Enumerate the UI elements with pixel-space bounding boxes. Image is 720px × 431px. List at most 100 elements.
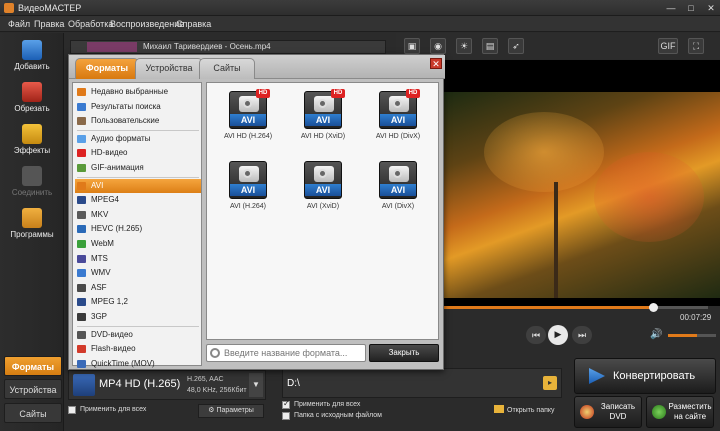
upload-site-button[interactable]: Разместить на сайте bbox=[646, 396, 714, 428]
category-item[interactable]: HD-видео bbox=[75, 146, 201, 160]
volume-icon[interactable]: 🔊 bbox=[650, 329, 662, 340]
menu-edit[interactable]: Правка bbox=[34, 19, 64, 29]
output-format-selector[interactable]: MP4 HD (H.265) H.265, AAC 48,0 KHz, 256К… bbox=[68, 370, 266, 400]
programs-button[interactable]: Программы bbox=[4, 205, 60, 243]
category-item[interactable]: Недавно выбранные bbox=[75, 85, 201, 99]
file-item[interactable]: Михаил Таривердиев - Осень.mp4 bbox=[70, 40, 386, 54]
minimize-icon[interactable]: — bbox=[664, 2, 678, 14]
menu-processing[interactable]: Обработка bbox=[68, 19, 113, 29]
camera-lens bbox=[318, 169, 327, 178]
convert-label: Конвертировать bbox=[613, 370, 696, 382]
output-format-name: MP4 HD (H.265) bbox=[99, 378, 181, 390]
format-search-input[interactable] bbox=[224, 347, 362, 359]
format-item[interactable]: AVI HD AVI HD (XviD) bbox=[288, 87, 358, 151]
dialog-tab-sites[interactable]: Сайты bbox=[199, 58, 255, 79]
category-icon bbox=[77, 359, 86, 368]
crop-icon[interactable]: ▣ bbox=[404, 38, 420, 54]
burn-dvd-button[interactable]: Записать DVD bbox=[574, 396, 642, 428]
menu-playback[interactable]: Воспроизведение bbox=[110, 19, 184, 29]
video-camera-icon: AVI bbox=[379, 161, 417, 199]
format-badge: AVI bbox=[230, 184, 266, 196]
speed-run-icon[interactable]: ➶ bbox=[508, 38, 524, 54]
source-folder-checkbox[interactable] bbox=[282, 412, 290, 420]
maximize-icon[interactable]: □ bbox=[684, 2, 698, 14]
dialog-close-icon[interactable]: ✕ bbox=[430, 58, 442, 69]
camera-lens bbox=[318, 99, 327, 108]
sidebar-tab-formats[interactable]: Форматы bbox=[4, 356, 62, 376]
category-list: Недавно выбранные Результаты поиска Пользо… bbox=[72, 82, 202, 368]
volume-slider[interactable] bbox=[668, 334, 716, 337]
video-camera-icon: AVI bbox=[304, 161, 342, 199]
sidebar-tab-devices[interactable]: Устройства bbox=[4, 379, 62, 399]
dialog-tab-formats[interactable]: Форматы bbox=[75, 58, 139, 79]
upload-globe-icon bbox=[652, 405, 666, 419]
category-item[interactable]: Flash-видео bbox=[75, 342, 201, 356]
timecode: 00:07:29 bbox=[680, 313, 712, 322]
apply-all-path-checkbox[interactable] bbox=[282, 399, 290, 409]
gif-icon[interactable]: GIF bbox=[658, 38, 678, 54]
cut-button[interactable]: Обрезать bbox=[4, 79, 60, 117]
dialog-tab-devices[interactable]: Устройства bbox=[135, 58, 203, 79]
category-item[interactable]: Пользовательские bbox=[75, 114, 201, 128]
seek-handle[interactable] bbox=[648, 303, 658, 312]
video-letterbox-bottom bbox=[444, 298, 720, 306]
category-item[interactable]: Аудио форматы bbox=[75, 132, 201, 146]
seek-progress bbox=[444, 306, 653, 309]
category-item[interactable]: QuickTime (MOV) bbox=[75, 357, 201, 371]
camera-lens bbox=[393, 169, 402, 178]
menu-bar: Файл Правка Обработка Воспроизведение Сп… bbox=[0, 16, 720, 32]
category-item[interactable]: ASF bbox=[75, 281, 201, 295]
category-label: Результаты поиска bbox=[91, 101, 161, 111]
category-label: Недавно выбранные bbox=[91, 87, 169, 96]
format-dropdown-icon[interactable]: ▼ bbox=[249, 373, 263, 397]
category-item[interactable]: MKV bbox=[75, 208, 201, 222]
category-item[interactable]: WebM bbox=[75, 237, 201, 251]
category-icon bbox=[77, 225, 86, 234]
category-label: QuickTime (MOV) bbox=[91, 358, 155, 368]
category-item[interactable]: AVI bbox=[75, 178, 201, 193]
format-item[interactable]: AVI AVI (DivX) bbox=[363, 157, 433, 221]
apply-all-format-checkbox[interactable] bbox=[68, 406, 76, 414]
category-item[interactable]: MPEG 1,2 bbox=[75, 295, 201, 309]
dialog-close-button[interactable]: Закрыть bbox=[369, 344, 439, 362]
hd-badge: HD bbox=[406, 89, 420, 98]
prev-frame-icon[interactable]: ⏮ bbox=[526, 326, 546, 344]
menu-help[interactable]: Справка bbox=[176, 19, 211, 29]
format-item[interactable]: AVI HD AVI HD (H.264) bbox=[213, 87, 283, 151]
browse-folder-icon[interactable]: ▸ bbox=[543, 376, 557, 390]
category-item[interactable]: DVD-видео bbox=[75, 328, 201, 342]
format-badge: AVI bbox=[305, 114, 341, 126]
sidebar-tab-sites[interactable]: Сайты bbox=[4, 403, 62, 423]
category-item[interactable]: WMV bbox=[75, 266, 201, 280]
fullscreen-icon[interactable]: ⛶ bbox=[688, 38, 704, 54]
category-item[interactable]: HEVC (H.265) bbox=[75, 222, 201, 236]
apply-all-path-label: Применить для всех bbox=[294, 401, 361, 408]
add-button[interactable]: Добавить bbox=[4, 37, 60, 75]
category-item[interactable]: Результаты поиска bbox=[75, 100, 201, 114]
close-window-icon[interactable]: ✕ bbox=[704, 2, 718, 14]
convert-button[interactable]: Конвертировать bbox=[574, 358, 716, 394]
params-button[interactable]: ⚙ Параметры bbox=[198, 404, 264, 418]
play-icon[interactable]: ▶ bbox=[548, 325, 568, 345]
category-item[interactable]: MPEG4 bbox=[75, 193, 201, 207]
film-icon[interactable]: ▤ bbox=[482, 38, 498, 54]
brightness-icon[interactable]: ☀ bbox=[456, 38, 472, 54]
format-search-field[interactable] bbox=[206, 344, 366, 362]
category-item[interactable]: GIF-анимация bbox=[75, 161, 201, 175]
join-button[interactable]: Соединить bbox=[4, 163, 60, 201]
seek-bar[interactable] bbox=[444, 303, 708, 312]
output-path-field[interactable]: D:\ ▸ bbox=[282, 368, 562, 398]
video-preview[interactable] bbox=[444, 92, 720, 298]
screenshot-icon[interactable]: ◉ bbox=[430, 38, 446, 54]
category-item[interactable]: 3GP bbox=[75, 310, 201, 324]
format-item[interactable]: AVI HD AVI HD (DivX) bbox=[363, 87, 433, 151]
category-separator bbox=[77, 129, 199, 131]
category-item[interactable]: MTS bbox=[75, 252, 201, 266]
format-item[interactable]: AVI AVI (H.264) bbox=[213, 157, 283, 221]
effects-button[interactable]: Эффекты bbox=[4, 121, 60, 159]
volume-level bbox=[668, 334, 697, 337]
menu-file[interactable]: Файл bbox=[8, 19, 30, 29]
open-folder-button[interactable]: Открыть папку bbox=[494, 404, 558, 418]
format-item[interactable]: AVI AVI (XviD) bbox=[288, 157, 358, 221]
next-frame-icon[interactable]: ⏭ bbox=[572, 326, 592, 344]
